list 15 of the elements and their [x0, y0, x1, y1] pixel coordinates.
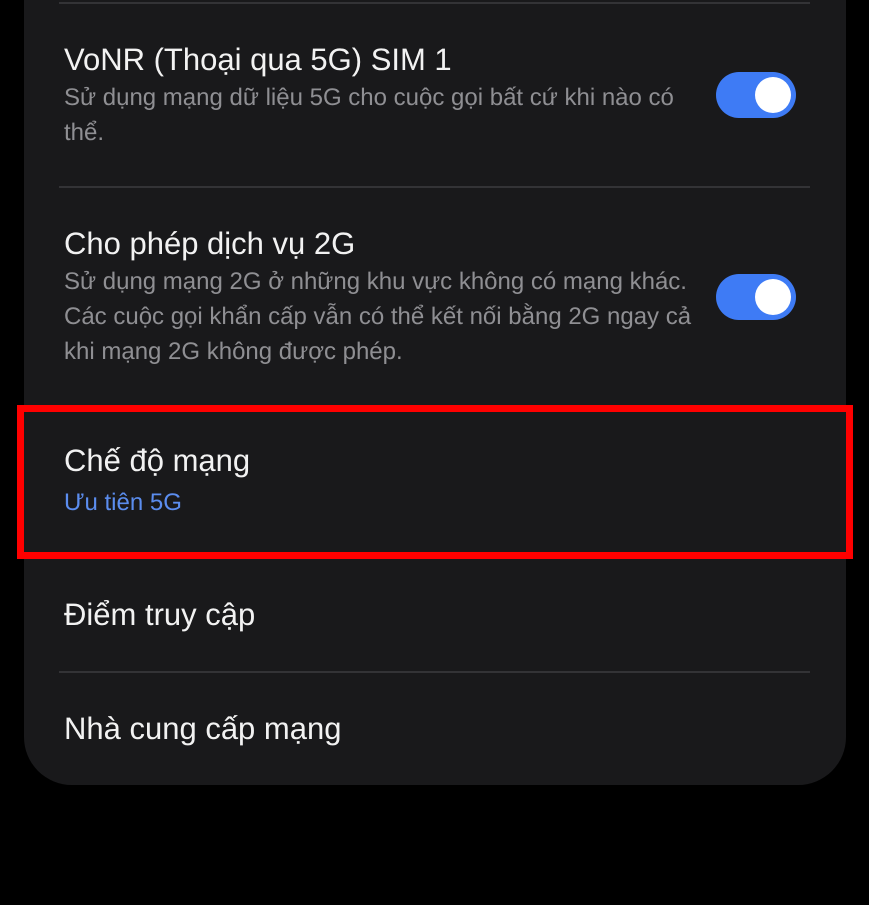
toggle-switch[interactable]: [716, 274, 796, 320]
setting-title: VoNR (Thoại qua 5G) SIM 1: [64, 41, 453, 79]
setting-row[interactable]: Điểm truy cập: [24, 559, 846, 671]
setting-title: Điểm truy cập: [64, 596, 256, 634]
setting-description: Sử dụng mạng dữ liệu 5G cho cuộc gọi bất cứ khi nào có thể.: [64, 83, 675, 148]
highlighted-setting-row[interactable]: Chế độ mạng Ưu tiên 5G: [24, 412, 846, 552]
toggle-switch[interactable]: [716, 72, 796, 118]
setting-row[interactable]: VoNR (Thoại qua 5G) SIM 1 Sử dụng mạng dữ liệu 5G cho cuộc gọi bất cứ khi nào có thể.: [24, 4, 846, 186]
setting-title: Chế độ mạng: [64, 442, 252, 480]
setting-title: Cho phép dịch vụ 2G: [64, 225, 356, 263]
setting-row[interactable]: Nhà cung cấp mạng: [24, 673, 846, 785]
setting-value: Ưu tiên 5G: [64, 488, 183, 518]
setting-title: Nhà cung cấp mạng: [64, 710, 342, 748]
setting-description: Sử dụng mạng 2G ở những khu vực không có mạng khác. Các cuộc gọi khẩn cấp vẫn có thể kết nối bằng 2G ngay cả khi mạng 2G không được phép.: [64, 267, 692, 367]
setting-row[interactable]: Cho phép dịch vụ 2G Sử dụng mạng 2G ở những khu vực không có mạng khác. Các cuộc gọi khẩn cấp vẫn có thể kết nối bằng 2G ngay cả khi mạng 2G không được phép.: [24, 188, 846, 405]
